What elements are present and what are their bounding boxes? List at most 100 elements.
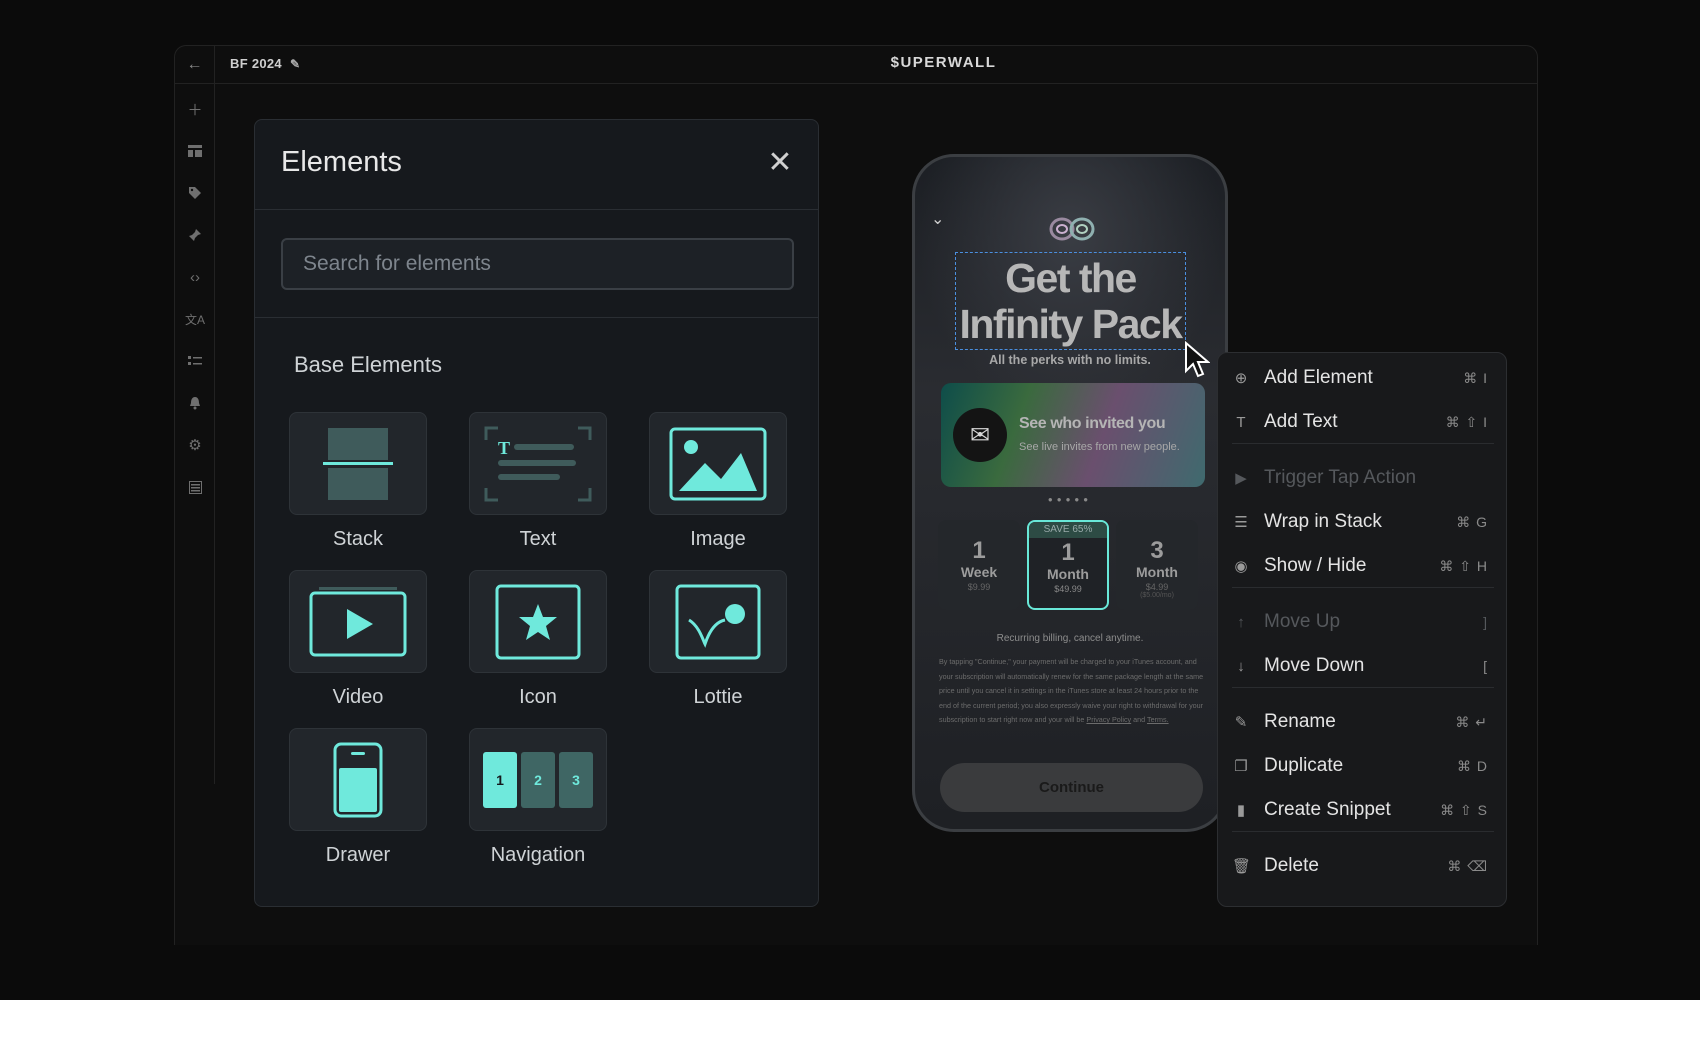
top-bar: ← BF 2024 ✎ $UPERWALL [175, 46, 1537, 84]
drawer-icon [289, 728, 427, 831]
canvas-background: ← BF 2024 ✎ $UPERWALL ＋ ‹› 文A ⚙ Elements… [0, 0, 1700, 1000]
menu-item-label: Rename [1264, 711, 1336, 732]
element-tile-drawer[interactable]: Drawer [289, 728, 427, 867]
bookmark-icon: ▮ [1236, 802, 1246, 819]
elements-panel: Elements ✕ Base Elements Stack T [254, 119, 819, 907]
chevron-down-icon[interactable]: ⌄ [931, 209, 944, 229]
shortcut-hint: ⌘ G [1456, 513, 1488, 530]
lottie-icon [649, 570, 787, 673]
menu-item-label: Trigger Tap Action [1264, 467, 1417, 488]
search-input[interactable] [281, 238, 794, 290]
menu-item-label: Add Text [1264, 411, 1338, 432]
image-icon [649, 412, 787, 515]
menu-separator [1232, 687, 1494, 688]
element-tile-video[interactable]: Video [289, 570, 427, 709]
nav-step-3: 3 [559, 751, 593, 808]
menu-item-label: Add Element [1264, 367, 1373, 388]
privacy-policy-link[interactable]: Privacy Policy [1086, 715, 1131, 724]
carousel-dots[interactable]: ●●●●● [915, 495, 1225, 504]
tile-label: Drawer [325, 844, 391, 866]
gear-icon[interactable]: ⚙ [175, 433, 215, 457]
invite-banner[interactable]: ✉ See who invited you See live invites f… [941, 383, 1205, 487]
menu-item-add-text[interactable]: T Add Text ⌘ ⇧ I [1218, 407, 1506, 437]
translate-icon[interactable]: 文A [175, 307, 215, 331]
arrow-up-icon: ↑ [1237, 613, 1245, 631]
element-tile-image[interactable]: Image [649, 412, 787, 551]
close-icon[interactable]: ✕ [766, 148, 794, 178]
plan-unit: Month [1136, 564, 1178, 580]
menu-item-label: Move Down [1264, 655, 1365, 676]
menu-item-move-down[interactable]: ↓ Move Down [ [1218, 651, 1506, 681]
code-icon[interactable]: ‹› [175, 265, 215, 289]
shortcut-hint: ⌘ ⇧ I [1445, 413, 1488, 430]
element-tile-navigation[interactable]: 1 2 3 Navigation [469, 728, 607, 867]
tile-label: Video [332, 686, 384, 708]
menu-item-label: Create Snippet [1264, 799, 1391, 820]
plan-number: 1 [1061, 539, 1075, 566]
shortcut-hint: ⌘ ↵ [1455, 713, 1488, 730]
terms-link[interactable]: Terms. [1147, 715, 1169, 724]
menu-item-delete[interactable]: 🗑 Delete ⌘ ⌫ [1218, 851, 1506, 881]
menu-separator [1232, 831, 1494, 832]
shortcut-hint: ⌘ I [1463, 369, 1488, 386]
menu-item-duplicate[interactable]: ❐ Duplicate ⌘ D [1218, 751, 1506, 781]
menu-item-label: Delete [1264, 855, 1319, 876]
menu-item-add-element[interactable]: ⊕ Add Element ⌘ I [1218, 363, 1506, 393]
element-tile-icon[interactable]: Icon [469, 570, 607, 709]
tag-icon[interactable] [175, 181, 215, 205]
bell-icon[interactable] [175, 391, 215, 415]
element-tile-text[interactable]: T Text [469, 412, 607, 551]
plan-option-month[interactable]: SAVE 65% 1 Month $49.99 [1027, 520, 1109, 610]
checklist-icon[interactable] [175, 349, 215, 373]
shortcut-hint: ] [1483, 614, 1488, 630]
stack-icon: ☰ [1234, 514, 1248, 531]
tile-label: Icon [519, 686, 557, 708]
pencil-icon: ✎ [1234, 714, 1248, 731]
paywall-subtitle[interactable]: All the perks with no limits. [915, 353, 1225, 367]
text-icon: T [1236, 413, 1246, 431]
menu-item-label: Show / Hide [1264, 555, 1367, 576]
banner-subtitle: See live invites from new people. [1019, 441, 1180, 453]
shortcut-hint: [ [1483, 658, 1488, 674]
menu-item-show-hide[interactable]: ◉ Show / Hide ⌘ ⇧ H [1218, 551, 1506, 581]
envelope-icon: ✉ [953, 408, 1007, 462]
menu-item-wrap-in-stack[interactable]: ☰ Wrap in Stack ⌘ G [1218, 507, 1506, 537]
svg-text:T: T [498, 438, 510, 458]
paywall-preview-phone: ⌄ Get the Infinity Pack All the perks wi… [912, 154, 1228, 832]
search-section [255, 210, 818, 318]
plan-unit: Month [1047, 566, 1089, 582]
tile-label: Image [690, 528, 746, 550]
panel-header: Elements ✕ [255, 120, 818, 210]
pin-icon[interactable] [175, 223, 215, 247]
plus-circle-icon: ⊕ [1234, 370, 1248, 387]
left-tool-rail: ＋ ‹› 文A ⚙ [175, 84, 215, 784]
video-icon [289, 570, 427, 673]
paywall-headline[interactable]: Get the Infinity Pack [955, 255, 1186, 347]
plus-icon[interactable]: ＋ [175, 97, 215, 121]
layout-icon[interactable] [175, 139, 215, 163]
text-icon: T [469, 412, 607, 515]
legal-text: By tapping "Continue," your payment will… [939, 655, 1209, 728]
plan-option-3-month[interactable]: 3 Month $4.99 ($5.00/mo) [1116, 520, 1198, 610]
nav-step-1: 1 [483, 751, 517, 808]
tile-label: Lottie [693, 686, 743, 708]
brand-logo: $UPERWALL [890, 54, 997, 71]
tile-label: Stack [332, 528, 384, 550]
menu-separator [1232, 443, 1494, 444]
duplicate-icon: ❐ [1234, 758, 1248, 775]
shortcut-hint: ⌘ ⌫ [1447, 857, 1488, 874]
shortcut-hint: ⌘ ⇧ S [1440, 801, 1488, 818]
element-tile-stack[interactable]: Stack [289, 412, 427, 551]
element-tile-lottie[interactable]: Lottie [649, 570, 787, 709]
plan-per-month: ($5.00/mo) [1140, 592, 1174, 599]
menu-item-rename[interactable]: ✎ Rename ⌘ ↵ [1218, 707, 1506, 737]
plan-unit: Week [960, 564, 998, 580]
arrow-down-icon: ↓ [1237, 657, 1245, 675]
continue-button[interactable]: Continue [940, 763, 1203, 812]
plan-option-week[interactable]: 1 Week $9.99 [938, 520, 1020, 610]
table-icon[interactable] [175, 475, 215, 499]
menu-item-create-snippet[interactable]: ▮ Create Snippet ⌘ ⇧ S [1218, 795, 1506, 825]
nav-step-2: 2 [521, 751, 555, 808]
menu-item-label: Wrap in Stack [1264, 511, 1382, 532]
save-badge: SAVE 65% [1029, 522, 1107, 538]
